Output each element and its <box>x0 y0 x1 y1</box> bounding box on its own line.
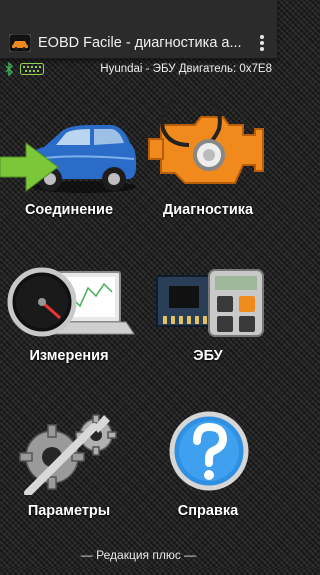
edition-footer: — Редакция плюс — <box>80 548 197 562</box>
help-label: Справка <box>177 503 239 519</box>
overflow-dot-icon <box>260 47 264 51</box>
ecu-label: ЭБУ <box>193 348 223 364</box>
settings-label: Параметры <box>27 503 111 519</box>
obd-adapter-icon <box>20 63 44 75</box>
help-question-icon <box>169 411 249 491</box>
engine-diagnostics-icon <box>148 99 264 184</box>
app-bar: EOBD Facile - диагностика а... <box>0 0 277 59</box>
gauge-laptop-icon <box>7 267 135 337</box>
diagnostics-label: Диагностика <box>162 202 254 218</box>
measurements-label: Измерения <box>29 348 109 364</box>
vehicle-info: Hyundai - ЭБУ Двигатель: 0x7E8 <box>100 63 272 75</box>
connection-tile[interactable]: Соединение <box>0 95 138 265</box>
car-connection-icon <box>0 125 137 193</box>
ecu-board-icon <box>156 269 264 337</box>
overflow-dot-icon <box>260 35 264 39</box>
diagnostics-tile[interactable]: Диагностика <box>139 95 277 265</box>
connection-label: Соединение <box>24 202 114 218</box>
bluetooth-icon <box>5 62 13 76</box>
app-title: EOBD Facile - диагностика а... <box>38 35 242 51</box>
overflow-dot-icon <box>260 41 264 45</box>
gears-wrench-icon <box>19 414 117 495</box>
overflow-menu-button[interactable] <box>255 33 269 53</box>
obd-car-icon <box>9 34 31 52</box>
